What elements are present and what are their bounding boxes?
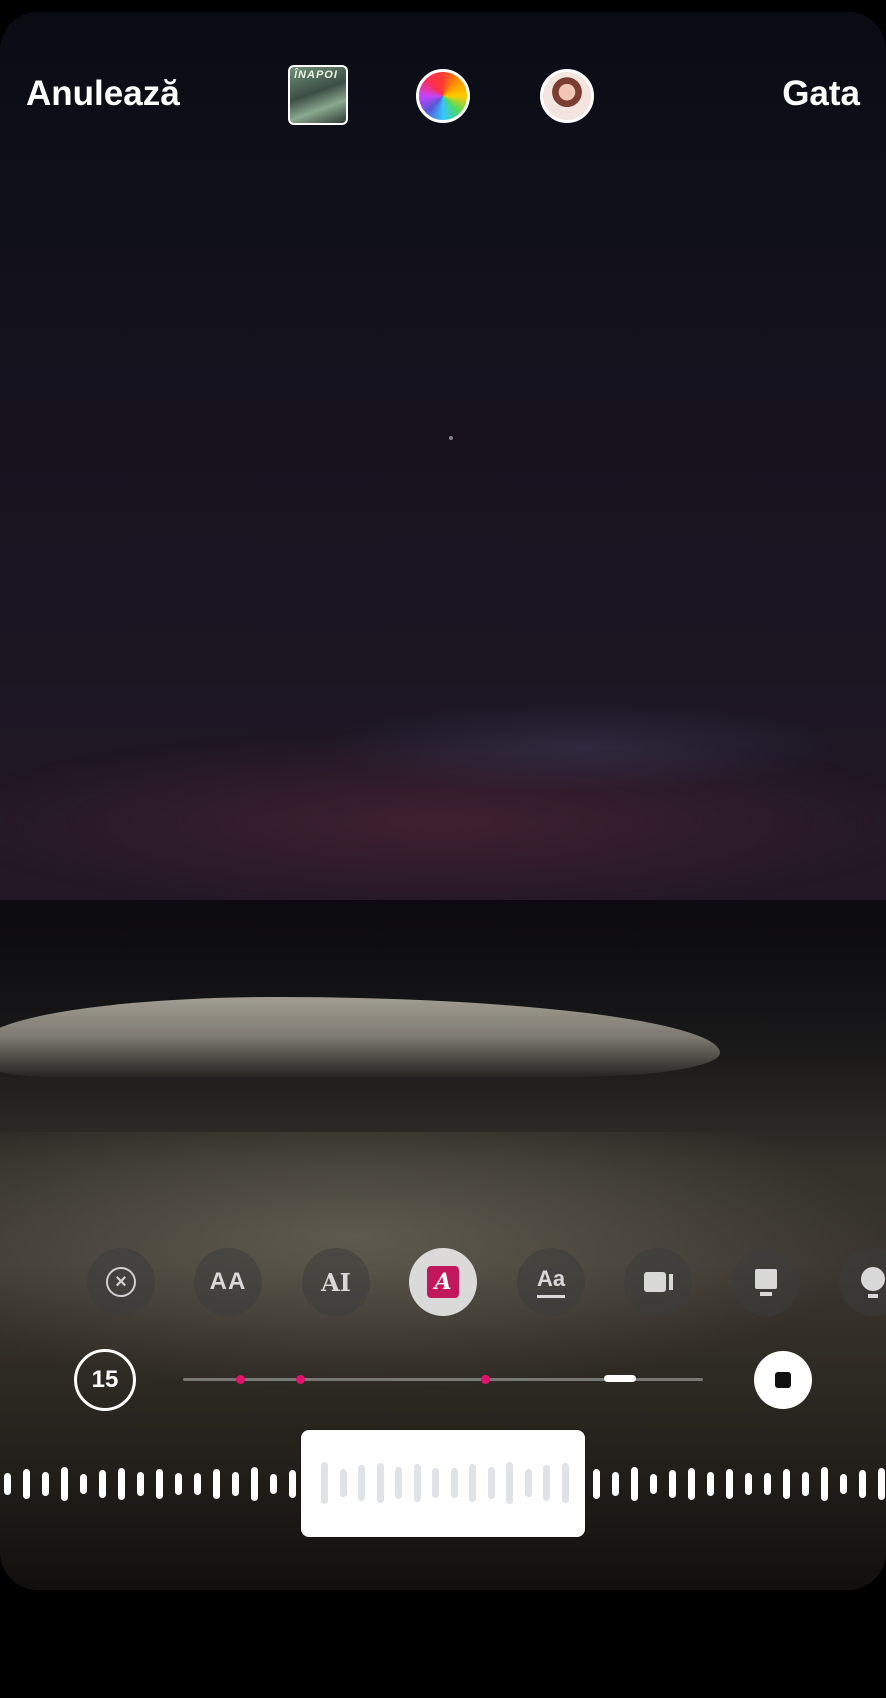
text-style-box-icon: A [427,1266,459,1298]
waveform-bar [395,1467,402,1499]
waveform-bar [270,1474,277,1494]
waveform-bar [42,1472,49,1496]
camera-button[interactable] [624,1248,692,1316]
waveform-bar [321,1462,328,1504]
text-underline-label: Aa [536,1266,566,1291]
waveform-bar [543,1465,550,1501]
waveform-bar [561,1463,569,1503]
timeline-marker[interactable] [296,1375,305,1384]
waveform-bar [194,1473,201,1495]
waveform-bar [631,1467,638,1501]
waveform-bar [612,1472,619,1496]
waveform-bar [432,1468,439,1498]
waveform-bar [339,1469,347,1497]
color-picker-icon[interactable] [416,69,470,123]
card-icon [755,1268,777,1296]
waveform-bar [669,1470,676,1498]
camera-icon [643,1272,673,1292]
waveform-bar [99,1470,106,1498]
text-size-icon: AA [209,1268,247,1295]
waveform-bar [4,1473,11,1495]
waveform-bar [821,1467,828,1501]
waveform-bar [251,1467,258,1501]
avatar[interactable] [540,69,594,123]
remove-button[interactable]: × [87,1248,155,1316]
waveform-bar [593,1469,600,1499]
waveform-bar [289,1470,296,1498]
waveform-bar [878,1468,885,1500]
waveform-bar [469,1464,476,1502]
waveform-bar [413,1464,421,1502]
sky-glow-blue [320,702,840,792]
waveform-bar [802,1472,809,1496]
story-canvas: Anulează ÎNAPOI Gata × AA AI A Aa 15 [0,12,886,1590]
remove-icon: × [106,1267,136,1297]
waveform-bar [726,1469,733,1499]
waveform-bar [156,1469,163,1499]
text-underline-button[interactable]: Aa [517,1248,585,1316]
card-button[interactable] [732,1248,800,1316]
waveform-bar [175,1473,182,1495]
waveform-bar [118,1468,125,1500]
waveform-bar [232,1472,239,1496]
waveform-bar [707,1472,714,1496]
waveform-bar [358,1465,365,1501]
cancel-button[interactable]: Anulează [26,74,180,114]
audio-clip-selector[interactable] [301,1430,585,1537]
waveform-bar [506,1462,513,1504]
timeline-track[interactable] [183,1375,703,1384]
waveform-bar [23,1469,30,1499]
text-highlight-icon: AI [321,1267,351,1297]
waveform-bar [650,1474,657,1494]
waveform-bar [840,1474,847,1494]
waveform-bar [688,1468,695,1500]
duration-button[interactable]: 15 [74,1349,136,1411]
waveform-bar [859,1470,866,1498]
waveform-bar [80,1474,87,1494]
text-size-button[interactable]: AA [194,1248,262,1316]
text-underline-icon: Aa [537,1266,565,1298]
text-style-box-button[interactable]: A [409,1248,477,1316]
thumbnail-text: ÎNAPOI [294,69,338,81]
waveform-bar [61,1467,68,1501]
timeline-playhead[interactable] [603,1375,636,1382]
waveform-bar [137,1472,144,1496]
text-highlight-button[interactable]: AI [302,1248,370,1316]
bulb-icon [861,1266,885,1298]
timeline-marker[interactable] [480,1375,490,1384]
star [449,436,453,440]
waveform-bar [487,1467,495,1499]
waveform-bar [450,1468,458,1498]
waveform-bar [524,1469,532,1497]
waveform-bar [745,1473,752,1495]
done-button[interactable]: Gata [782,74,860,114]
waveform-bar [213,1469,220,1499]
waveform-bar [764,1473,771,1495]
album-thumbnail[interactable]: ÎNAPOI [288,65,348,125]
stop-button[interactable] [754,1351,812,1409]
waveform-bar [783,1469,790,1499]
stop-icon [775,1372,791,1388]
waveform-bar [376,1463,384,1503]
